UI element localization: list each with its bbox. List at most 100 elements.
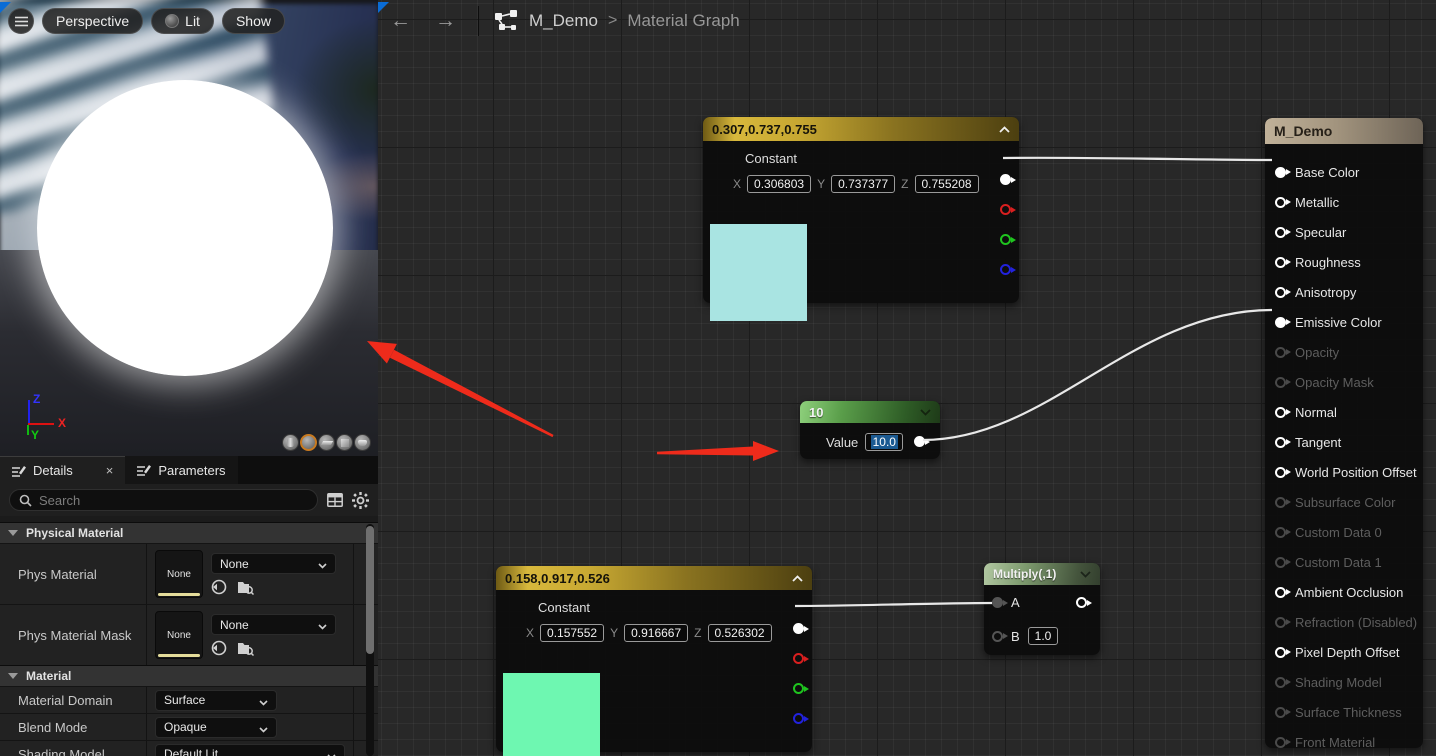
multiply-input-b-pin[interactable]: [992, 630, 1008, 642]
phys-material-mask-dropdown[interactable]: None: [211, 614, 336, 635]
input-pin[interactable]: [1275, 196, 1291, 208]
material-graph-canvas[interactable]: ← → M_Demo > Material Graph 0.307,0.737,…: [378, 0, 1436, 756]
phys-material-label: Phys Material: [0, 544, 147, 604]
material-domain-dropdown[interactable]: Surface: [155, 689, 277, 711]
browse-asset-icon[interactable]: [237, 641, 254, 656]
multiply-node-header[interactable]: Multiply(,1): [984, 563, 1100, 585]
material-result-node-header[interactable]: M_Demo: [1265, 118, 1423, 144]
pin-label: World Position Offset: [1295, 464, 1417, 480]
shading-model-dropdown[interactable]: Default Lit: [155, 743, 345, 756]
input-pin[interactable]: [1275, 166, 1291, 178]
shading-model-value: Default Lit: [164, 747, 219, 756]
use-selected-asset-icon[interactable]: [211, 579, 227, 595]
breadcrumb-root[interactable]: M_Demo: [529, 11, 598, 31]
browse-asset-icon[interactable]: [237, 580, 254, 595]
phys-material-thumbnail[interactable]: None: [155, 550, 203, 598]
perspective-button[interactable]: Perspective: [42, 8, 144, 34]
constant3-node-1[interactable]: 0.307,0.737,0.755 Constant X 0.306803 Y …: [703, 117, 1019, 321]
input-pin[interactable]: [1275, 316, 1291, 328]
chevron-up-icon[interactable]: [792, 574, 803, 582]
phys-material-mask-thumbnail[interactable]: None: [155, 611, 203, 659]
pin-row-tangent[interactable]: Tangent: [1265, 427, 1423, 457]
pin-row-anisotropy[interactable]: Anisotropy: [1265, 277, 1423, 307]
pin-row-specular[interactable]: Specular: [1265, 217, 1423, 247]
material-result-node[interactable]: M_Demo Base Color Metallic Specular Roug…: [1265, 118, 1423, 748]
search-input[interactable]: [39, 492, 308, 508]
output-pin-g[interactable]: [1000, 234, 1016, 245]
forward-arrow-icon[interactable]: →: [423, 9, 468, 33]
scalar-parameter-node[interactable]: 10 Value 10.0: [800, 401, 940, 459]
multiply-input-a-pin[interactable]: [992, 597, 1008, 608]
phys-material-row: Phys Material None None: [0, 543, 378, 604]
output-pin-b[interactable]: [793, 713, 809, 724]
pin-row-base-color[interactable]: Base Color: [1265, 157, 1423, 187]
input-pin[interactable]: [1275, 226, 1291, 238]
phys-material-dropdown[interactable]: None: [211, 553, 336, 574]
close-icon[interactable]: ×: [106, 463, 114, 478]
output-pin-g[interactable]: [793, 683, 809, 694]
multiply-b-value-field[interactable]: 1.0: [1027, 627, 1059, 645]
search-box[interactable]: [9, 489, 318, 511]
y-value-field[interactable]: 0.916667: [624, 624, 689, 642]
scalar-output-pin[interactable]: [914, 436, 930, 447]
viewport-menu-button[interactable]: [8, 8, 34, 34]
chevron-down-icon: [318, 620, 327, 630]
pin-row-pixel-depth-offset[interactable]: Pixel Depth Offset: [1265, 637, 1423, 667]
shape-cylinder-button[interactable]: [282, 434, 299, 451]
preview-viewport[interactable]: Perspective Lit Show Z X Y: [0, 0, 378, 456]
pin-label: Shading Model: [1295, 674, 1382, 690]
input-pin[interactable]: [1275, 286, 1291, 298]
output-pin-rgb[interactable]: [793, 623, 809, 634]
z-value-field[interactable]: 0.526302: [707, 624, 772, 642]
pin-row-normal[interactable]: Normal: [1265, 397, 1423, 427]
use-selected-asset-icon[interactable]: [211, 640, 227, 656]
constant3-node-2-header[interactable]: 0.158,0.917,0.526: [496, 566, 812, 590]
input-pin[interactable]: [1275, 466, 1291, 478]
settings-gear-icon[interactable]: [352, 491, 369, 509]
multiply-output-pin[interactable]: [1076, 597, 1092, 608]
input-pin[interactable]: [1275, 436, 1291, 448]
pin-row-world-position-offset[interactable]: World Position Offset: [1265, 457, 1423, 487]
constant3-node-2[interactable]: 0.158,0.917,0.526 Constant X 0.157552 Y …: [496, 566, 812, 756]
input-pin[interactable]: [1275, 256, 1291, 268]
shape-teapot-button[interactable]: [354, 434, 371, 451]
y-value-field[interactable]: 0.737377: [831, 175, 896, 193]
pin-row-roughness[interactable]: Roughness: [1265, 247, 1423, 277]
constant3-node-1-header[interactable]: 0.307,0.737,0.755: [703, 117, 1019, 141]
section-physical-material[interactable]: Physical Material: [0, 522, 378, 543]
pin-row-metallic[interactable]: Metallic: [1265, 187, 1423, 217]
tab-details[interactable]: Details ×: [0, 456, 126, 484]
display-filter-icon[interactable]: [327, 493, 343, 507]
chevron-down-icon[interactable]: [1080, 570, 1091, 578]
multiply-node[interactable]: Multiply(,1) A B 1.0: [984, 563, 1100, 655]
x-value-field[interactable]: 0.157552: [540, 624, 605, 642]
z-value-field[interactable]: 0.755208: [914, 175, 979, 193]
chevron-down-icon[interactable]: [920, 408, 931, 416]
shape-plane-button[interactable]: [318, 434, 335, 451]
details-scrollbar-thumb[interactable]: [366, 526, 374, 654]
show-menu-button[interactable]: Show: [221, 8, 285, 34]
output-pin-r[interactable]: [793, 653, 809, 664]
output-pin-r[interactable]: [1000, 204, 1016, 215]
lit-mode-button[interactable]: Lit: [151, 8, 214, 34]
pin-row-ambient-occlusion[interactable]: Ambient Occlusion: [1265, 577, 1423, 607]
output-pin-b[interactable]: [1000, 264, 1016, 275]
x-value-field[interactable]: 0.306803: [747, 175, 812, 193]
shape-cube-button[interactable]: [336, 434, 353, 451]
scalar-value-field[interactable]: 10.0: [865, 433, 904, 451]
chevron-up-icon[interactable]: [999, 125, 1010, 133]
wire-scalar-to-emissive-color: [922, 308, 1273, 442]
input-pin[interactable]: [1275, 586, 1291, 598]
pin-row-emissive-color[interactable]: Emissive Color: [1265, 307, 1423, 337]
input-pin[interactable]: [1275, 646, 1291, 658]
lit-sphere-icon: [165, 14, 180, 28]
section-material[interactable]: Material: [0, 665, 378, 686]
tab-parameters[interactable]: Parameters: [125, 456, 238, 484]
breadcrumb-current[interactable]: Material Graph: [627, 11, 739, 31]
scalar-node-header[interactable]: 10: [800, 401, 940, 423]
blend-mode-dropdown[interactable]: Opaque: [155, 716, 277, 738]
shape-sphere-button[interactable]: [300, 434, 317, 451]
input-pin[interactable]: [1275, 406, 1291, 418]
input-pin: [1275, 556, 1291, 568]
output-pin-rgb[interactable]: [1000, 174, 1016, 185]
